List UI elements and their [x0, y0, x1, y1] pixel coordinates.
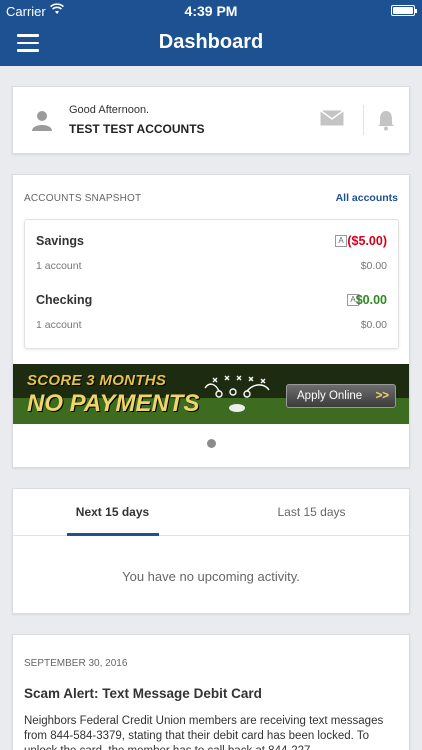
avatar-icon — [32, 111, 52, 131]
available-balance: $0.00 — [360, 260, 387, 272]
all-accounts-link[interactable]: All accounts — [336, 192, 398, 204]
account-row-checking[interactable]: Checking 1 account A $0.00 $0.00 — [25, 279, 398, 339]
divider — [363, 105, 364, 135]
accounts-snapshot-card: ACCOUNTS SNAPSHOT All accounts Savings 1… — [12, 174, 410, 468]
nav-bar: Dashboard — [0, 22, 422, 66]
member-name: TEST TEST ACCOUNTS — [69, 122, 205, 136]
tab-next-15-days[interactable]: Next 15 days — [13, 489, 212, 536]
account-type-badge: A — [335, 235, 347, 247]
activity-card: Next 15 days Last 15 days You have no up… — [12, 488, 410, 614]
page-title: Dashboard — [158, 31, 264, 53]
account-name: Checking — [36, 293, 93, 307]
tab-last-15-days[interactable]: Last 15 days — [212, 489, 411, 536]
clock: 4:39 PM — [184, 3, 238, 19]
banner-headline: SCORE 3 MONTHS — [27, 372, 167, 389]
news-date: SEPTEMBER 30, 2016 — [24, 658, 128, 669]
account-count: 1 account — [36, 319, 82, 331]
account-name: Savings — [36, 234, 84, 248]
account-balance: $0.00 — [355, 293, 387, 307]
greeting-card: Good Afternoon. TEST TEST ACCOUNTS — [12, 86, 410, 154]
available-balance: $0.00 — [360, 319, 387, 331]
bell-icon[interactable] — [375, 109, 397, 131]
activity-tabs: Next 15 days Last 15 days — [13, 489, 409, 536]
empty-activity-message: You have no upcoming activity. — [122, 569, 300, 584]
promo-banner[interactable]: SCORE 3 MONTHS NO PAYMENTS Apply Online … — [13, 364, 409, 424]
greeting-text: Good Afternoon. — [69, 104, 150, 116]
news-headline[interactable]: Scam Alert: Text Message Debit Card — [24, 686, 262, 701]
news-body: Neighbors Federal Credit Union members a… — [24, 715, 384, 750]
apply-online-button[interactable]: Apply Online >> — [286, 384, 396, 408]
account-balance: ($5.00) — [347, 234, 387, 248]
carousel-page-indicator[interactable] — [207, 439, 216, 448]
double-chevron-right-icon: >> — [375, 390, 389, 402]
battery-icon — [391, 5, 417, 16]
news-card: SEPTEMBER 30, 2016 Scam Alert: Text Mess… — [12, 634, 410, 750]
accounts-list: Savings 1 account A ($5.00) $0.00 Checki… — [24, 219, 399, 349]
active-tab-indicator — [67, 533, 159, 536]
account-row-savings[interactable]: Savings 1 account A ($5.00) $0.00 — [25, 220, 398, 280]
banner-subheadline: NO PAYMENTS — [27, 390, 200, 417]
mail-icon[interactable] — [320, 110, 344, 126]
status-bar: Carrier 4:39 PM — [0, 0, 422, 22]
apply-online-label: Apply Online — [297, 390, 363, 402]
section-title: ACCOUNTS SNAPSHOT — [24, 193, 142, 204]
football-play-icon — [204, 375, 270, 412]
account-count: 1 account — [36, 260, 82, 272]
